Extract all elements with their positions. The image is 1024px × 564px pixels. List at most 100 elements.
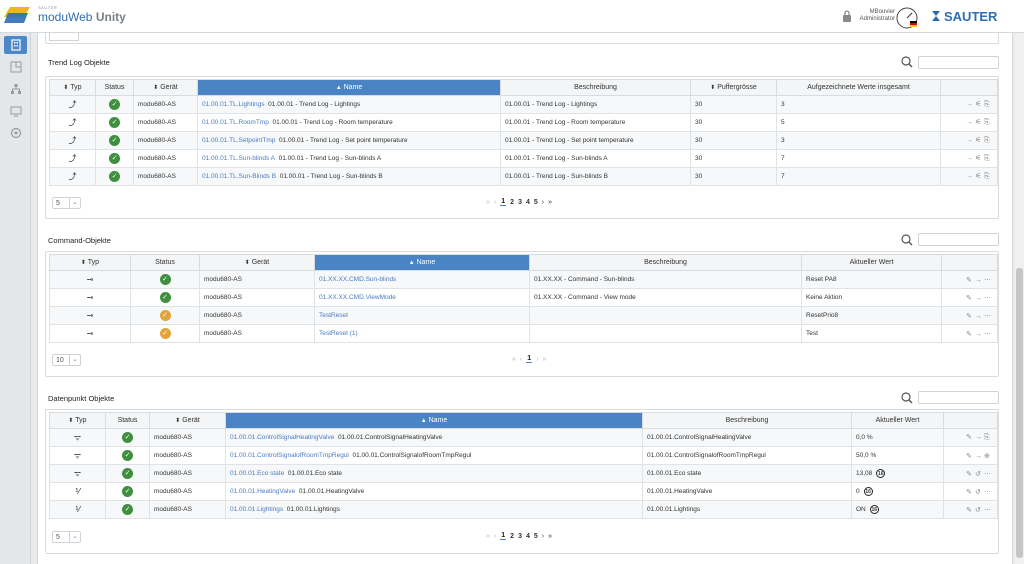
col-typ[interactable]: ⬍ Typ [49,412,106,429]
more-icon[interactable]: ⋯ [984,330,993,338]
table-row[interactable]: ⅟ ✓ modu680-AS 01.00.01.HeatingValve 01.… [49,482,998,501]
edit-icon[interactable]: ✎ [966,452,975,460]
col-geraet[interactable]: ⬍ Gerät [199,254,315,271]
chart-icon[interactable]: ⚟ [975,100,984,108]
table-row[interactable]: ⤴ ✓ modu680-AS 01.00.01.TL.Sun-Blinds B … [49,167,998,186]
edit-icon[interactable]: ✎ [966,276,975,284]
next-page-icon[interactable]: › [542,199,544,206]
object-link[interactable]: 01.00.01.TL.Lightings [202,101,265,108]
navigate-icon[interactable]: → [975,434,984,441]
page-4[interactable]: 4 [526,199,530,206]
table-row[interactable]: ᯤ ✓ modu680-AS 01.00.01.ControlSignalHea… [49,428,998,447]
col-aktueller-wert[interactable]: Aktueller Wert [851,412,944,429]
trend-search-input[interactable] [918,56,999,69]
page-2[interactable]: 2 [510,533,514,540]
command-search-input[interactable] [918,233,999,246]
object-link[interactable]: 01.00.01.TL.SetpointTmp [202,137,275,144]
prev-page-icon[interactable]: ‹ [494,533,496,540]
object-link[interactable]: 01.XX.XX.CMD.Sun-blinds [319,276,396,283]
sidebar-item-settings[interactable] [4,124,27,142]
sidebar-item-devices[interactable] [4,102,27,120]
navigate-icon[interactable]: → [975,277,984,284]
search-icon[interactable] [901,56,913,68]
object-link[interactable]: 01.XX.XX.CMD.ViewMode [319,294,396,301]
col-typ[interactable]: ⬍ Typ [49,79,96,96]
col-beschreibung[interactable]: Beschreibung [529,254,802,271]
edit-icon[interactable]: ✎ [966,312,975,320]
lock-icon[interactable] [842,9,852,23]
page-3[interactable]: 3 [518,199,522,206]
object-link[interactable]: TestReset (1) [319,330,358,337]
table-row[interactable]: ⊸ ✓ modu680-AS TestReset ResetPrio8 ✎→⋯ [49,306,998,325]
edit-icon[interactable]: ✎ [966,470,975,478]
first-page-icon[interactable]: « [486,533,490,540]
col-typ[interactable]: ⬍ Typ [49,254,131,271]
prev-page-icon[interactable]: ‹ [494,199,496,206]
last-page-icon[interactable]: » [543,356,547,363]
navigate-icon[interactable]: → [975,313,984,320]
object-link[interactable]: 01.00.01.ControlSignalHeatingValve [230,434,334,441]
edit-icon[interactable]: ✎ [966,330,975,338]
object-link[interactable]: 01.00.01.TL.Sun-Blinds B [202,173,276,180]
col-aufgezeichnete-werte[interactable]: Aufgezeichnete Werte insgesamt [776,79,941,96]
export-icon[interactable]: ⎘ [984,101,993,109]
navigate-icon[interactable]: → [966,101,975,108]
page-5[interactable]: 5 [534,199,538,206]
page-scrollbar-thumb[interactable] [1016,268,1023,558]
more-icon[interactable]: ⋯ [984,488,993,496]
object-link[interactable]: 01.00.01.Eco state [230,470,284,477]
page-1[interactable]: 1 [500,532,507,540]
col-geraet[interactable]: ⬍ Gerät [149,412,226,429]
undo-icon[interactable]: ↺ [975,488,984,496]
object-link[interactable]: 01.00.01.TL.RoomTmp [202,119,269,126]
object-link[interactable]: 01.00.01.HeatingValve [230,488,295,495]
previous-page-size[interactable] [49,33,79,41]
object-link[interactable]: 01.00.01.Lightings [230,506,283,513]
user-avatar-icon[interactable] [896,7,918,29]
object-link[interactable]: 01.00.01.TL.Sun-blinds A [202,155,275,162]
more-icon[interactable]: ⋯ [984,294,993,302]
search-icon[interactable] [901,392,913,404]
col-beschreibung[interactable]: Beschreibung [642,412,852,429]
navigate-icon[interactable]: → [966,173,975,180]
chart-icon[interactable]: ⚟ [975,118,984,126]
page-1[interactable]: 1 [500,198,507,206]
col-name[interactable]: ▲ Name [314,254,530,271]
sidebar-item-buildings[interactable] [4,36,27,54]
table-row[interactable]: ᯤ ✓ modu680-AS 01.00.01.Eco state 01.00.… [49,464,998,483]
page-3[interactable]: 3 [518,533,522,540]
table-row[interactable]: ⊸ ✓ modu680-AS 01.XX.XX.CMD.Sun-blinds 0… [49,270,998,289]
table-row[interactable]: ⤴ ✓ modu680-AS 01.00.01.TL.SetpointTmp 0… [49,131,998,150]
page-4[interactable]: 4 [526,533,530,540]
table-row[interactable]: ⊸ ✓ modu680-AS 01.XX.XX.CMD.ViewMode 01.… [49,288,998,307]
navigate-icon[interactable]: → [966,155,975,162]
sidebar-item-network[interactable] [4,80,27,98]
object-link[interactable]: 01.00.01.ControlSignalofRoomTmpRegul [230,452,349,459]
edit-icon[interactable]: ✎ [966,506,975,514]
next-page-icon[interactable]: › [536,356,538,363]
table-row[interactable]: ⤴ ✓ modu680-AS 01.00.01.TL.Sun-blinds A … [49,149,998,168]
col-status[interactable]: Status [95,79,134,96]
col-name[interactable]: ▲ Name [197,79,501,96]
col-aktueller-wert[interactable]: Aktueller Wert [801,254,942,271]
datapoint-search-input[interactable] [918,391,999,404]
more-icon[interactable]: ⋯ [984,470,993,478]
user-name[interactable]: MBouvier [860,9,895,15]
table-row[interactable]: ᯤ ✓ modu680-AS 01.00.01.ControlSignalofR… [49,446,998,465]
export-icon[interactable]: ⎘ [984,119,993,127]
navigate-icon[interactable]: → [966,119,975,126]
page-5[interactable]: 5 [534,533,538,540]
last-page-icon[interactable]: » [548,533,552,540]
col-name[interactable]: ▲ Name [225,412,643,429]
col-status[interactable]: Status [130,254,200,271]
col-puffergroesse[interactable]: ⬍ Puffergrösse [690,79,777,96]
trend-page-size-select[interactable]: 5 ⌄ [52,197,81,209]
next-page-icon[interactable]: › [542,533,544,540]
more-icon[interactable]: ⋯ [984,276,993,284]
more-icon[interactable]: ⋯ [984,506,993,514]
more-icon[interactable]: ⋯ [984,312,993,320]
edit-icon[interactable]: ✎ [966,294,975,302]
sidebar-item-floorplan[interactable] [4,58,27,76]
navigate-icon[interactable]: → [975,295,984,302]
navigate-icon[interactable]: → [966,137,975,144]
